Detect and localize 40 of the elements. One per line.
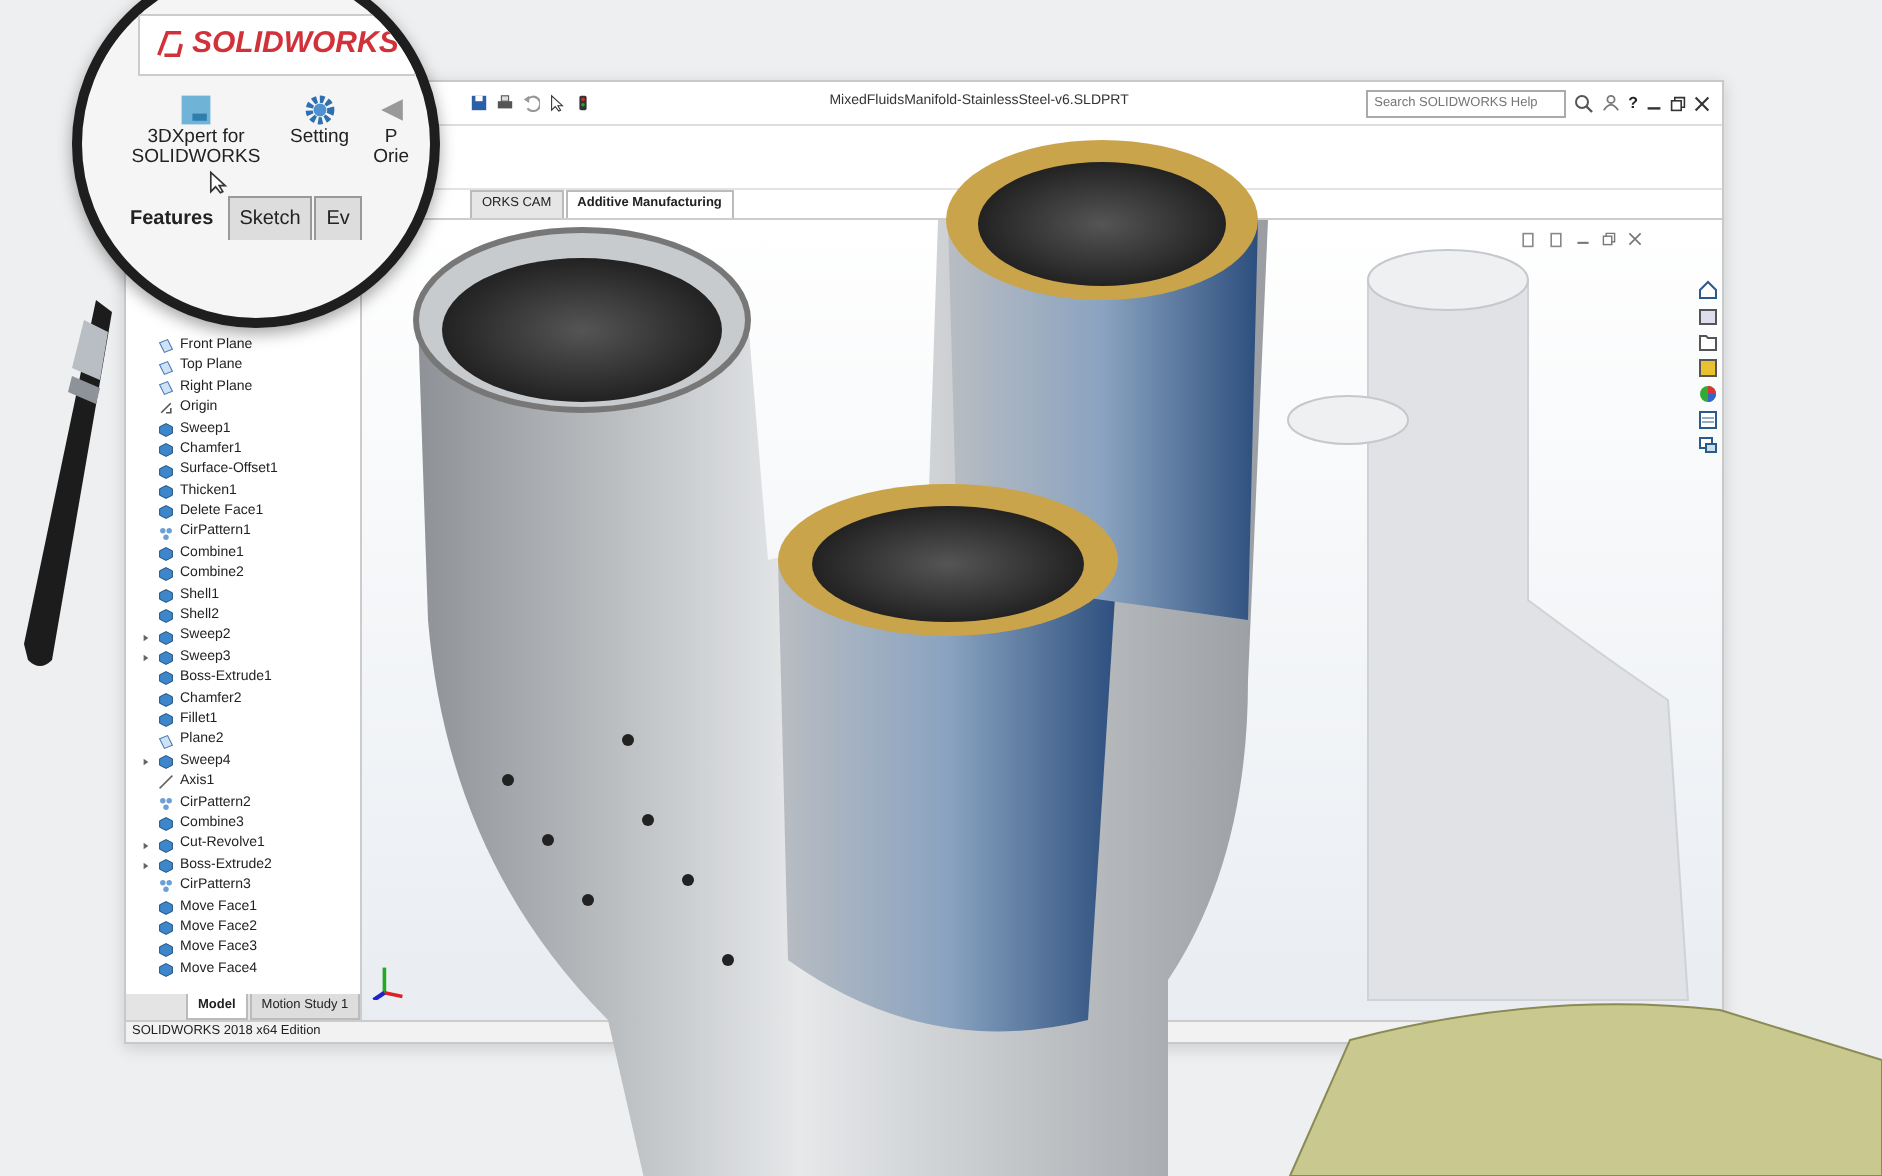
expand-caret-icon[interactable] — [142, 633, 150, 642]
axis-triad-icon — [370, 964, 406, 1000]
feature-icon — [158, 754, 174, 770]
ds-logo-icon — [156, 30, 184, 59]
axis-icon — [158, 774, 174, 791]
undo-icon[interactable] — [522, 94, 540, 112]
logo-text: SOLIDWORKS — [192, 24, 399, 64]
ribbon-tab[interactable]: Sketch — [227, 196, 313, 241]
forum-icon[interactable] — [1698, 436, 1718, 456]
pattern-icon — [158, 525, 174, 542]
gear-icon — [301, 91, 338, 127]
properties-icon[interactable] — [1698, 410, 1718, 430]
help-button[interactable]: ? — [1628, 91, 1638, 115]
expand-caret-icon[interactable] — [142, 841, 150, 850]
pointer-icon — [206, 168, 230, 197]
folder-icon[interactable] — [1698, 332, 1718, 352]
ribbon-tab[interactable]: Ev — [314, 196, 362, 241]
library-icon[interactable] — [1698, 306, 1718, 326]
close-icon[interactable] — [1694, 95, 1710, 111]
home-icon[interactable] — [1698, 280, 1718, 300]
cursor-icon[interactable] — [548, 94, 566, 112]
ribbon-command[interactable]: P Orie — [369, 91, 414, 169]
print-icon[interactable] — [496, 94, 514, 112]
view-palette-icon[interactable] — [1698, 358, 1718, 378]
xpert-icon — [178, 91, 214, 127]
restore-icon[interactable] — [1670, 95, 1686, 111]
ribbon-command[interactable]: Setting — [290, 91, 350, 169]
expand-caret-icon[interactable] — [142, 861, 150, 870]
search-icon[interactable] — [1574, 93, 1595, 113]
plane-icon — [158, 733, 174, 750]
expand-caret-icon[interactable] — [142, 654, 150, 663]
pattern-icon — [158, 795, 174, 812]
appearance-icon[interactable] — [1698, 384, 1718, 404]
origin-icon — [158, 400, 174, 417]
save-icon[interactable] — [470, 94, 488, 112]
pattern-icon — [158, 878, 174, 895]
expand-caret-icon[interactable] — [142, 758, 150, 766]
user-icon[interactable] — [1602, 94, 1621, 112]
rebuild-icon[interactable] — [574, 94, 592, 112]
ribbon-command[interactable]: 3DXpert for SOLIDWORKS — [122, 91, 270, 169]
